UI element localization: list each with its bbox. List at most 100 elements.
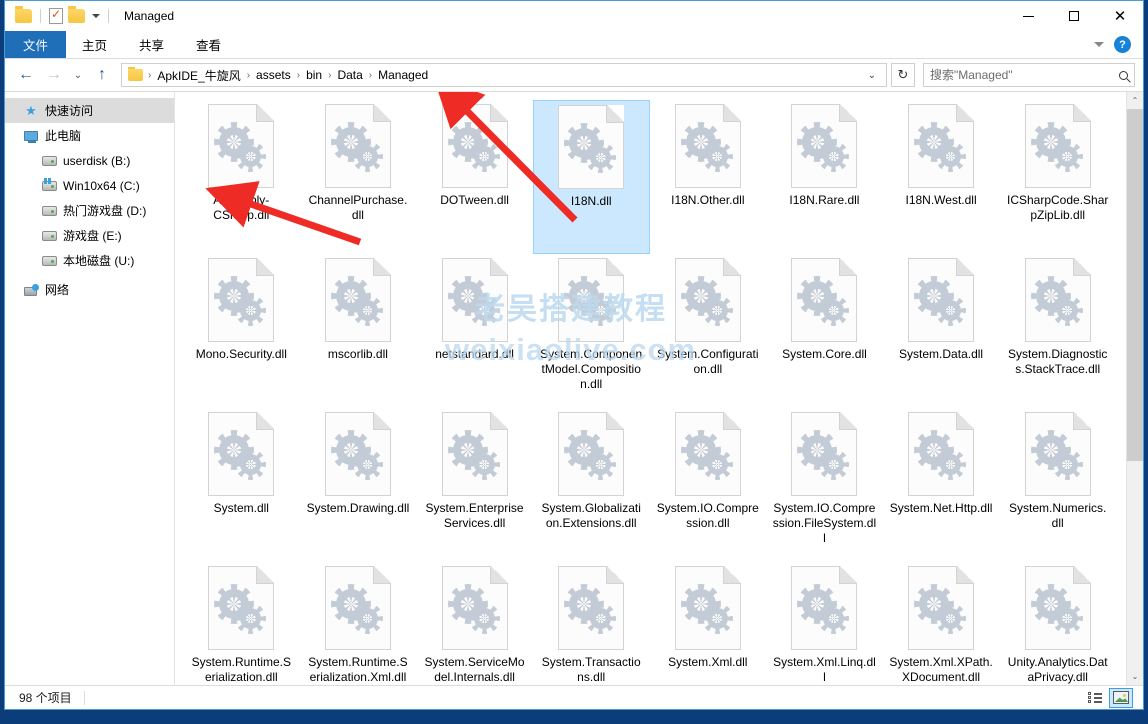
search-box[interactable]	[923, 63, 1135, 87]
file-item[interactable]: System.Numerics.dll	[999, 408, 1116, 562]
breadcrumb-item-1[interactable]: assets	[252, 66, 295, 84]
file-item[interactable]: System.IO.Compression.FileSystem.dll	[766, 408, 883, 562]
file-name-label: System.Globalization.Extensions.dll	[539, 501, 643, 531]
large-icons-view-button[interactable]	[1109, 688, 1133, 708]
scroll-thumb[interactable]	[1127, 109, 1143, 461]
file-item[interactable]: System.Diagnostics.StackTrace.dll	[999, 254, 1116, 408]
tab-share[interactable]: 共享	[123, 31, 180, 58]
status-bar: 98 个项目	[5, 685, 1143, 709]
breadcrumb-separator: ›	[245, 70, 252, 81]
help-icon[interactable]: ?	[1114, 36, 1131, 53]
file-item[interactable]: I18N.Rare.dll	[766, 100, 883, 254]
quick-access-toolbar	[5, 8, 112, 24]
details-view-button[interactable]	[1083, 688, 1107, 708]
file-item[interactable]: System.ServiceModel.Internals.dll	[416, 562, 533, 685]
file-name-label: Mono.Security.dll	[189, 347, 293, 362]
file-item[interactable]: I18N.West.dll	[883, 100, 1000, 254]
file-item[interactable]: System.Xml.Linq.dll	[766, 562, 883, 685]
close-button[interactable]: ✕	[1097, 1, 1143, 31]
file-item[interactable]: Assembly-CSharp.dll	[183, 100, 300, 254]
maximize-icon	[1069, 11, 1079, 21]
windows-drive-icon	[41, 178, 57, 194]
breadcrumb-item-4[interactable]: Managed	[374, 66, 432, 84]
sidebar-item-label: 快速访问	[45, 102, 93, 119]
file-item[interactable]: System.EnterpriseServices.dll	[416, 408, 533, 562]
file-item[interactable]: System.Runtime.Serialization.dll	[183, 562, 300, 685]
dll-file-icon	[325, 104, 391, 188]
file-item[interactable]: I18N.Other.dll	[650, 100, 767, 254]
back-button[interactable]: ←	[13, 62, 39, 88]
file-list-view: Assembly-CSharp.dllChannelPurchase.dllDO…	[175, 92, 1126, 685]
file-item[interactable]: mscorlib.dll	[300, 254, 417, 408]
breadcrumb-item-2[interactable]: bin	[302, 66, 326, 84]
breadcrumb-separator: ›	[146, 70, 153, 81]
file-item[interactable]: System.Net.Http.dll	[883, 408, 1000, 562]
tab-view[interactable]: 查看	[180, 31, 237, 58]
file-item[interactable]: System.Xml.dll	[650, 562, 767, 685]
folder-icon[interactable]	[15, 9, 32, 23]
sidebar-item-this-pc[interactable]: 此电脑	[5, 123, 174, 148]
file-item[interactable]: Mono.Security.dll	[183, 254, 300, 408]
file-item[interactable]: System.Transactions.dll	[533, 562, 650, 685]
breadcrumb-separator: ›	[295, 70, 302, 81]
file-name-label: System.Net.Http.dll	[889, 501, 993, 516]
file-item[interactable]: ICSharpCode.SharpZipLib.dll	[999, 100, 1116, 254]
dll-file-icon	[558, 412, 624, 496]
sidebar-item-drive-u[interactable]: 本地磁盘 (U:)	[5, 248, 174, 273]
file-item[interactable]: System.Globalization.Extensions.dll	[533, 408, 650, 562]
sidebar-item-drive-d[interactable]: 热门游戏盘 (D:)	[5, 198, 174, 223]
dll-file-icon	[908, 566, 974, 650]
dll-file-icon	[675, 258, 741, 342]
scroll-track[interactable]	[1127, 109, 1143, 668]
file-name-label: ChannelPurchase.dll	[306, 193, 410, 223]
file-name-label: System.Runtime.Serialization.dll	[189, 655, 293, 685]
refresh-button[interactable]: ↻	[891, 63, 915, 87]
dll-file-icon	[791, 566, 857, 650]
scroll-down-button[interactable]: ⌄	[1127, 668, 1143, 685]
sidebar-item-label: 游戏盘 (E:)	[63, 227, 122, 244]
recent-locations-button[interactable]: ⌄	[69, 62, 87, 88]
file-item[interactable]: System.dll	[183, 408, 300, 562]
sidebar-item-userdisk-b[interactable]: userdisk (B:)	[5, 148, 174, 173]
file-item[interactable]: System.Drawing.dll	[300, 408, 417, 562]
breadcrumb-item-0[interactable]: ApkIDE_牛旋风	[153, 65, 244, 86]
up-button[interactable]: ↑	[89, 62, 115, 88]
breadcrumb-item-3[interactable]: Data	[333, 66, 366, 84]
tab-home[interactable]: 主页	[66, 31, 123, 58]
file-item[interactable]: System.Runtime.Serialization.Xml.dll	[300, 562, 417, 685]
maximize-button[interactable]	[1051, 1, 1097, 31]
file-item[interactable]: System.Configuration.dll	[650, 254, 767, 408]
chevron-down-icon[interactable]	[1094, 42, 1104, 47]
file-item[interactable]: System.Data.dll	[883, 254, 1000, 408]
search-input[interactable]	[930, 68, 1115, 82]
dll-file-icon	[1025, 258, 1091, 342]
file-name-label: System.Xml.dll	[656, 655, 760, 670]
breadcrumb[interactable]: › ApkIDE_牛旋风 › assets › bin › Data › Man…	[121, 63, 887, 87]
vertical-scrollbar[interactable]: ⌃ ⌄	[1126, 92, 1143, 685]
drive-icon	[41, 203, 57, 219]
new-folder-icon[interactable]	[68, 9, 85, 23]
address-bar: ← → ⌄ ↑ › ApkIDE_牛旋风 › assets › bin › Da…	[5, 59, 1143, 91]
dll-file-icon	[675, 566, 741, 650]
file-item[interactable]: System.IO.Compression.dll	[650, 408, 767, 562]
sidebar-item-quick-access[interactable]: ★ 快速访问	[5, 98, 174, 123]
file-item[interactable]: ChannelPurchase.dll	[300, 100, 417, 254]
file-item-selected[interactable]: I18N.dll	[533, 100, 650, 254]
file-item[interactable]: Unity.Analytics.DataPrivacy.dll	[999, 562, 1116, 685]
scroll-up-button[interactable]: ⌃	[1127, 92, 1143, 109]
file-item[interactable]: System.Xml.XPath.XDocument.dll	[883, 562, 1000, 685]
sidebar-item-drive-e[interactable]: 游戏盘 (E:)	[5, 223, 174, 248]
forward-button[interactable]: →	[41, 62, 67, 88]
properties-icon[interactable]	[49, 8, 63, 24]
breadcrumb-dropdown-icon[interactable]: ⌄	[862, 70, 882, 81]
file-item[interactable]: netstandard.dll	[416, 254, 533, 408]
file-item[interactable]: System.ComponentModel.Composition.dll	[533, 254, 650, 408]
minimize-button[interactable]	[1005, 1, 1051, 31]
file-item[interactable]: System.Core.dll	[766, 254, 883, 408]
dll-file-icon	[791, 258, 857, 342]
file-item[interactable]: DOTween.dll	[416, 100, 533, 254]
sidebar-item-win10x64-c[interactable]: Win10x64 (C:)	[5, 173, 174, 198]
tab-file[interactable]: 文件	[5, 31, 66, 58]
customize-caret-icon[interactable]	[92, 14, 100, 18]
sidebar-item-network[interactable]: 网络	[5, 277, 174, 302]
